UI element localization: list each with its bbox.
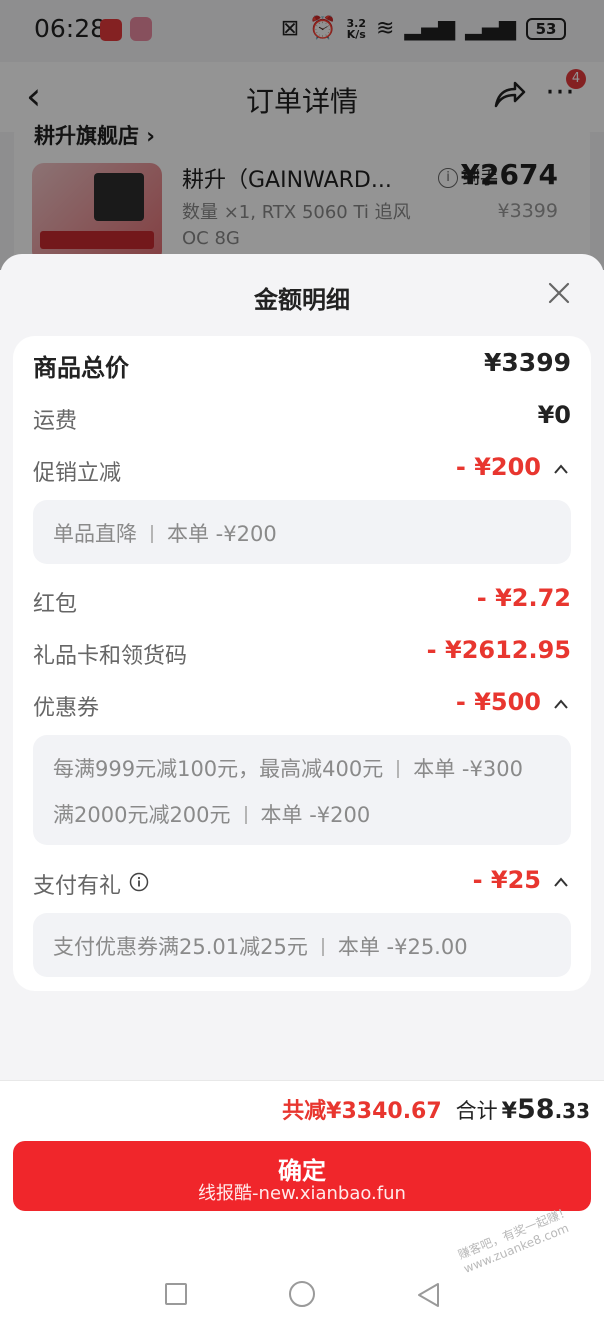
payment-gift-row[interactable]: 支付有礼 - ¥25 bbox=[33, 862, 571, 902]
coupon-value: - ¥500 bbox=[455, 688, 541, 716]
shipping-label: 运费 bbox=[33, 409, 78, 434]
payment-breakdown: 支付优惠券满25.01减25元 本单 -¥25.00 bbox=[33, 913, 571, 977]
coupon-row[interactable]: 优惠券 - ¥500 bbox=[33, 684, 571, 724]
shipping-row: 运费 ¥0 bbox=[33, 397, 571, 437]
promo-row[interactable]: 促销立减 - ¥200 bbox=[33, 449, 571, 489]
total-integer: 58 bbox=[516, 1094, 555, 1125]
gift-card-row: 礼品卡和领货码 - ¥2612.95 bbox=[33, 632, 571, 672]
divider bbox=[244, 806, 247, 824]
red-packet-row: 红包 - ¥2.72 bbox=[33, 580, 571, 620]
chevron-up-icon[interactable] bbox=[553, 876, 569, 888]
coupon-item-amount: 本单 -¥300 bbox=[413, 757, 523, 781]
divider bbox=[151, 525, 153, 543]
screen: 06:28 ⊠ ⏰ 3.2 K/s ≋ ▂▄▆ ▂▄▆ 53 ‹ 订单详情 ⋯ … bbox=[0, 0, 604, 1334]
promo-breakdown-line: 单品直降 本单 -¥200 bbox=[53, 518, 277, 548]
chevron-up-icon[interactable] bbox=[553, 463, 569, 475]
info-icon[interactable] bbox=[129, 872, 149, 892]
coupon-breakdown-line: 每满999元减100元，最高减400元 本单 -¥300 bbox=[53, 753, 523, 783]
red-packet-value: - ¥2.72 bbox=[476, 584, 571, 612]
shipping-value: ¥0 bbox=[537, 401, 571, 429]
gift-card-value: - ¥2612.95 bbox=[426, 636, 571, 664]
watermark-text: 线报酷-new.xianbao.fun bbox=[198, 1183, 406, 1204]
goods-total-row: 商品总价 ¥3399 bbox=[33, 344, 571, 384]
red-packet-label: 红包 bbox=[33, 592, 78, 617]
promo-value: - ¥200 bbox=[455, 453, 541, 481]
sheet-footer: 共减¥3340.67 合计 ¥ 58 .33 确定 线报酷-new.xianba… bbox=[0, 1080, 604, 1334]
corner-watermark: 赚客吧，有奖一起赚！ www.zuanke8.com bbox=[456, 1204, 579, 1277]
chevron-up-icon[interactable] bbox=[553, 698, 569, 710]
coupon-breakdown: 每满999元减100元，最高减400元 本单 -¥300 满2000元减200元 本… bbox=[33, 735, 571, 845]
order-summary: 共减¥3340.67 合计 ¥ 58 .33 bbox=[282, 1093, 590, 1125]
payment-gift-value: - ¥25 bbox=[472, 866, 541, 894]
total-currency: ¥ bbox=[501, 1099, 517, 1124]
modal-overlay[interactable] bbox=[0, 0, 604, 270]
close-icon[interactable] bbox=[544, 278, 574, 308]
promo-item-name: 单品直降 bbox=[53, 522, 137, 546]
promo-breakdown: 单品直降 本单 -¥200 bbox=[33, 500, 571, 564]
home-icon[interactable] bbox=[289, 1281, 315, 1307]
goods-total-value: ¥3399 bbox=[484, 348, 571, 377]
promo-label: 促销立减 bbox=[33, 461, 122, 486]
coupon-label: 优惠券 bbox=[33, 696, 100, 721]
order-detail-page: 06:28 ⊠ ⏰ 3.2 K/s ≋ ▂▄▆ ▂▄▆ 53 ‹ 订单详情 ⋯ … bbox=[0, 0, 604, 278]
payment-item-amount: 本单 -¥25.00 bbox=[337, 935, 468, 959]
promo-item-amount: 本单 -¥200 bbox=[167, 522, 277, 546]
coupon-item-name: 满2000元减200元 bbox=[53, 803, 231, 827]
recent-apps-icon[interactable] bbox=[165, 1283, 187, 1305]
back-triangle-icon[interactable] bbox=[414, 1280, 442, 1310]
system-nav-bar bbox=[0, 1271, 604, 1331]
sheet-title: 金额明细 bbox=[254, 286, 350, 314]
divider bbox=[397, 760, 400, 778]
goods-total-label: 商品总价 bbox=[33, 354, 129, 382]
total-saved: 共减¥3340.67 bbox=[282, 1099, 442, 1124]
total-label: 合计 bbox=[455, 1099, 498, 1123]
gift-card-label: 礼品卡和领货码 bbox=[33, 644, 188, 669]
payment-breakdown-line: 支付优惠券满25.01减25元 本单 -¥25.00 bbox=[53, 931, 468, 961]
total-decimal: .33 bbox=[554, 1099, 590, 1123]
payment-gift-label: 支付有礼 bbox=[33, 874, 122, 899]
coupon-item-amount: 本单 -¥200 bbox=[260, 803, 371, 827]
coupon-item-name: 每满999元减100元，最高减400元 bbox=[53, 757, 384, 781]
divider bbox=[321, 938, 324, 956]
coupon-breakdown-line: 满2000元减200元 本单 -¥200 bbox=[53, 799, 370, 829]
payment-item-name: 支付优惠券满25.01减25元 bbox=[53, 935, 308, 959]
confirm-button[interactable]: 确定 线报酷-new.xianbao.fun bbox=[13, 1141, 591, 1211]
amount-detail-card: 商品总价 ¥3399 运费 ¥0 促销立减 - ¥200 单品直降本单 -¥20… bbox=[13, 336, 591, 991]
